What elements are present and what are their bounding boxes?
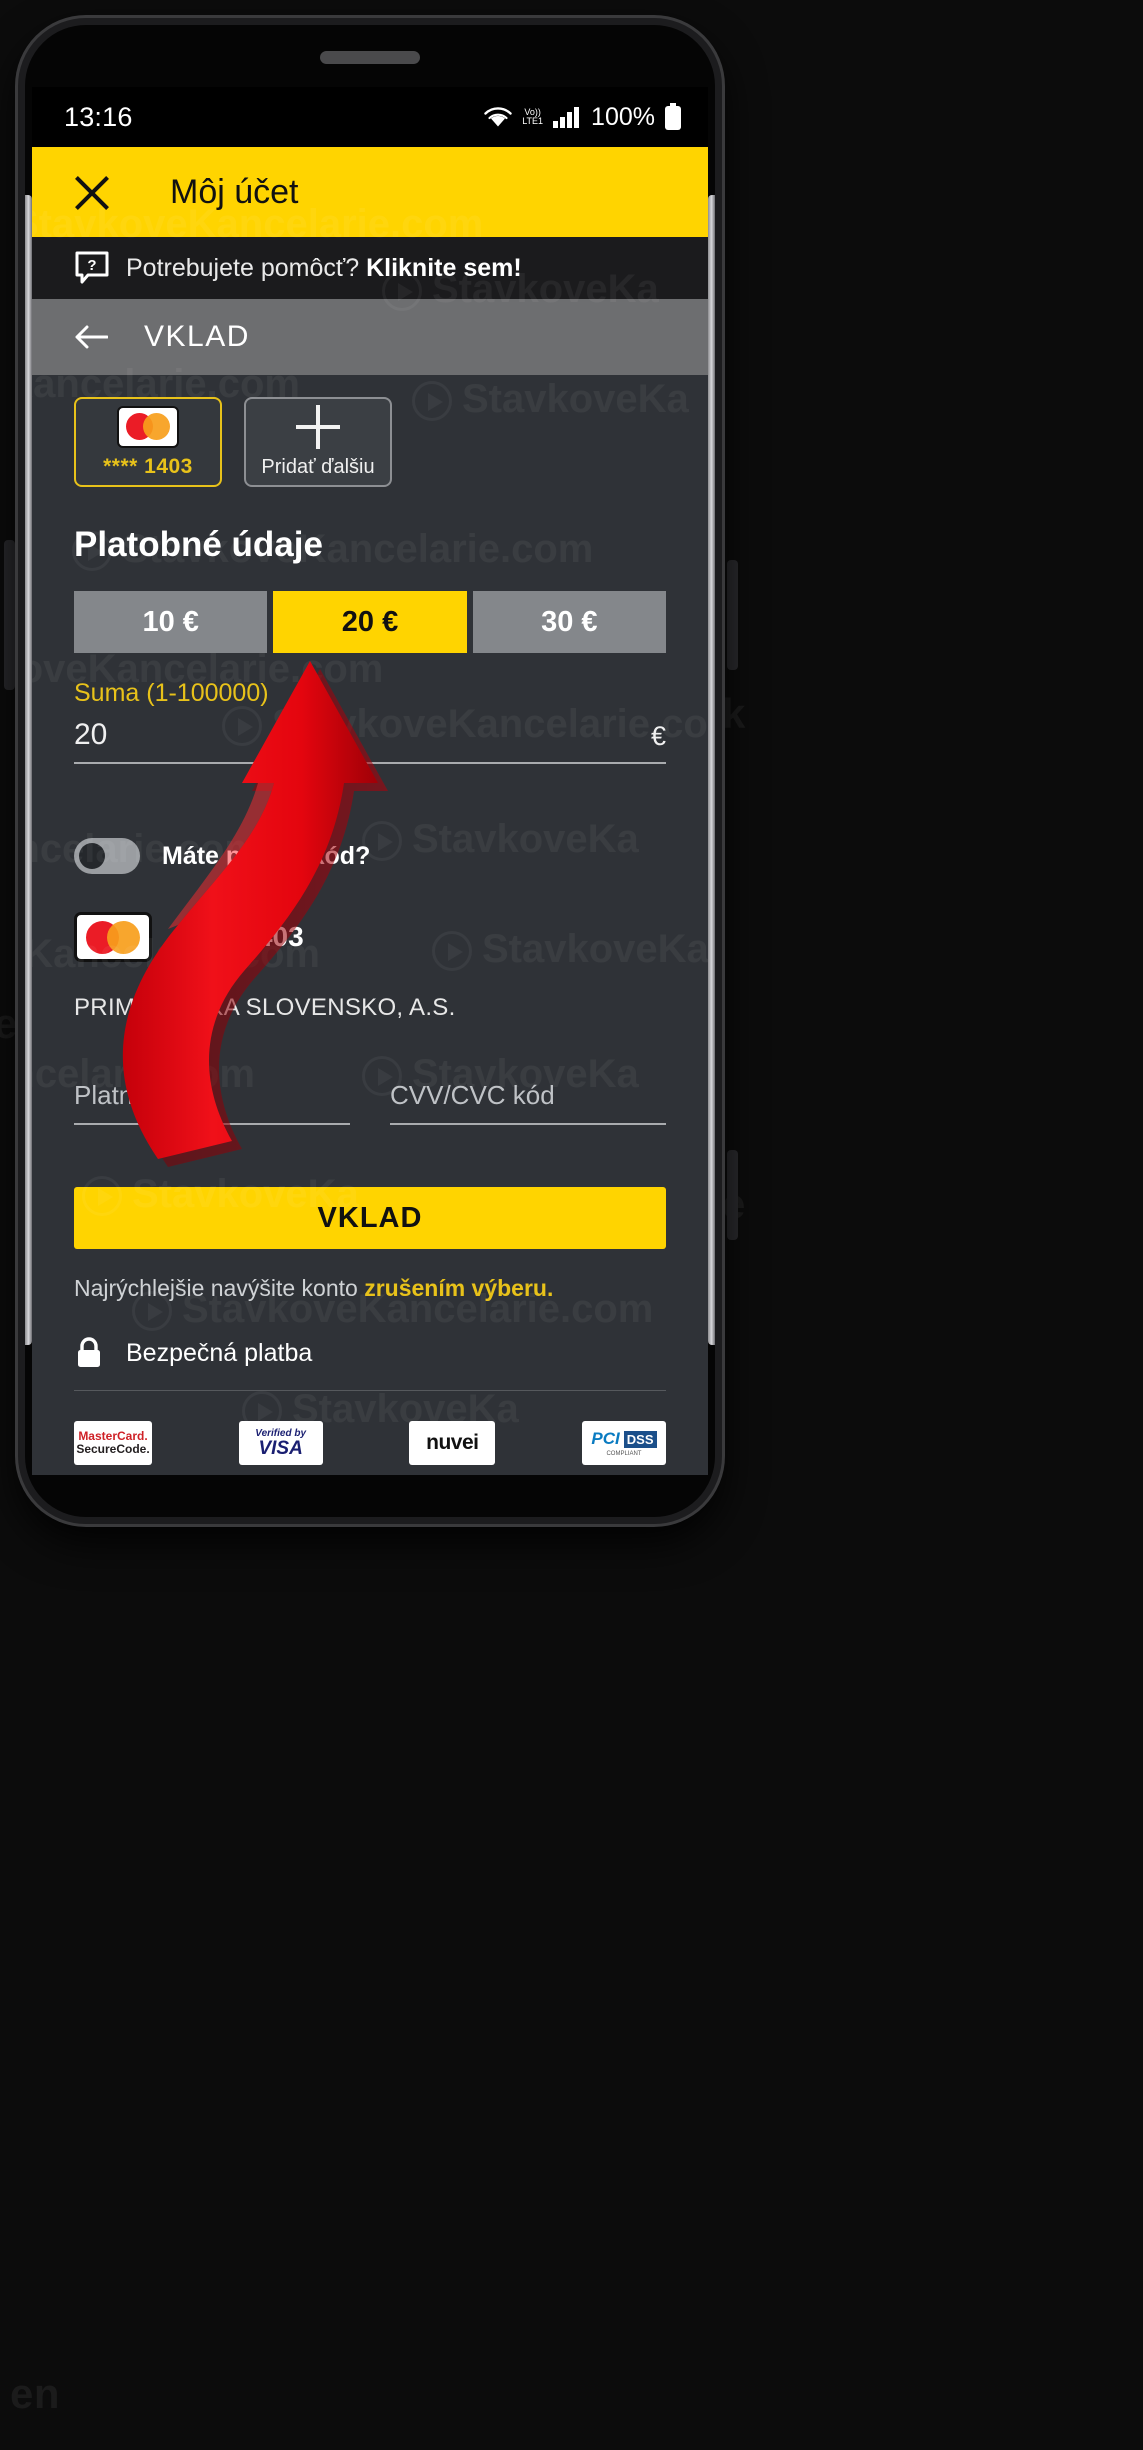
logo-line: PCI — [591, 1429, 620, 1448]
selected-card-number: **** 1403 — [190, 921, 304, 952]
deposit-form: **** 1403 Pridať ďalšiu Platobné údaje 1… — [32, 375, 708, 1475]
promo-code-row[interactable]: Máte promo kód? — [74, 838, 666, 874]
signal-icon — [553, 107, 580, 128]
secure-payment-label: Bezpečná platba — [126, 1338, 313, 1367]
help-bubble-icon: ? — [75, 251, 109, 284]
saved-card-number: **** 1403 — [103, 454, 193, 478]
toggle-knob — [79, 843, 105, 869]
phone-device: 13:16 Vo)) LTE1 100% Môj účet ? Potrebuj… — [18, 18, 722, 1524]
logo-line: COMPLIANT — [606, 1451, 642, 1457]
volte-icon: Vo)) LTE1 — [522, 107, 544, 126]
cvv-placeholder: CVV/CVC kód — [390, 1080, 555, 1110]
mastercard-securecode-logo: MasterCard. SecureCode. — [74, 1421, 152, 1465]
verified-by-visa-logo: Verified by VISA — [238, 1421, 323, 1465]
battery-percent-label: 100% — [591, 102, 655, 131]
screenshot-root: e k e en 13:16 Vo)) LTE1 — [0, 0, 1143, 2450]
fast-note-text: Najrýchlejšie navýšite konto — [74, 1275, 365, 1301]
power-button[interactable] — [727, 560, 738, 670]
currency-symbol: € — [650, 721, 666, 751]
mastercard-icon — [117, 405, 179, 448]
sub-header: VKLAD — [32, 299, 708, 375]
cvv-field[interactable]: CVV/CVC kód — [390, 1080, 666, 1125]
payment-logos: MasterCard. SecureCode. Verified by VISA… — [74, 1421, 666, 1465]
deposit-button[interactable]: VKLAD — [74, 1187, 666, 1249]
help-bar[interactable]: ? Potrebujete pomôcť? Kliknite sem! — [32, 237, 708, 299]
back-arrow-icon[interactable] — [74, 324, 108, 350]
add-new-card-tile[interactable]: Pridať ďalšiu — [244, 397, 392, 487]
issuing-bank-name: PRIMA BANKA SLOVENSKO, A.S. — [74, 994, 456, 1021]
status-bar: 13:16 Vo)) LTE1 100% — [32, 87, 708, 147]
amount-field-label: Suma (1-100000) — [74, 679, 269, 707]
status-clock: 13:16 — [64, 101, 133, 132]
quick-amount-group: 10 € 20 € 30 € — [74, 591, 666, 653]
earpiece-speaker — [320, 51, 420, 64]
sub-header-title: VKLAD — [144, 320, 250, 353]
promo-code-toggle[interactable] — [74, 838, 140, 874]
help-text-link[interactable]: Kliknite sem! — [366, 254, 522, 282]
section-title: Platobné údaje — [74, 525, 323, 564]
amount-input[interactable]: 20 — [74, 718, 107, 752]
fast-deposit-note: Najrýchlejšie navýšite konto zrušením vý… — [74, 1275, 666, 1302]
logo-line: DSS — [623, 1430, 657, 1448]
quick-amount-button[interactable]: 20 € — [273, 591, 467, 653]
background-watermark: en — [10, 2370, 61, 2417]
saved-card-tile[interactable]: **** 1403 — [74, 397, 222, 487]
wifi-icon — [484, 107, 512, 127]
card-detail-fields: Platnosť do CVV/CVC kód — [74, 1080, 666, 1125]
lock-icon — [78, 1337, 100, 1367]
page-title: Môj účet — [170, 172, 299, 211]
logo-line: VISA — [258, 1437, 303, 1459]
help-text: Potrebujete pomôcť? Kliknite sem! — [126, 254, 522, 283]
logo-line: Verified by — [255, 1427, 307, 1439]
expiry-field[interactable]: Platnosť do — [74, 1080, 350, 1125]
add-new-card-label: Pridať ďalšiu — [261, 456, 375, 478]
logo-line: nuvei — [426, 1431, 479, 1454]
amount-input-row[interactable]: 20 € — [74, 718, 666, 764]
help-text-plain: Potrebujete pomôcť? — [126, 253, 367, 282]
mastercard-icon — [74, 912, 152, 962]
selected-card-row: **** 1403 — [74, 912, 666, 962]
promo-code-label: Máte promo kód? — [162, 841, 371, 870]
card-selector: **** 1403 Pridať ďalšiu — [74, 375, 666, 487]
close-icon[interactable] — [72, 172, 112, 212]
left-side-rail — [25, 195, 32, 1345]
battery-icon — [665, 103, 681, 130]
expiry-placeholder: Platnosť do — [74, 1080, 207, 1110]
logo-line: SecureCode. — [76, 1442, 150, 1456]
pci-dss-logo: PCI DSS COMPLIANT — [581, 1421, 666, 1465]
background-watermark: k — [722, 690, 746, 737]
quick-amount-button[interactable]: 10 € — [74, 591, 268, 653]
secure-payment-row: Bezpečná platba — [74, 1336, 666, 1370]
status-icons: Vo)) LTE1 100% — [483, 103, 682, 132]
nuvei-logo: nuvei — [409, 1421, 496, 1465]
fast-note-link[interactable]: zrušením výberu. — [364, 1275, 553, 1301]
svg-text:?: ? — [87, 257, 96, 274]
phone-screen: 13:16 Vo)) LTE1 100% Môj účet ? Potrebuj… — [32, 87, 708, 1475]
volume-button[interactable] — [4, 540, 15, 690]
quick-amount-button[interactable]: 30 € — [472, 591, 666, 653]
right-side-rail — [708, 195, 715, 1345]
plus-icon — [296, 405, 340, 449]
bixby-button[interactable] — [727, 1150, 738, 1240]
app-bar: Môj účet — [32, 147, 708, 237]
divider — [74, 1390, 666, 1391]
